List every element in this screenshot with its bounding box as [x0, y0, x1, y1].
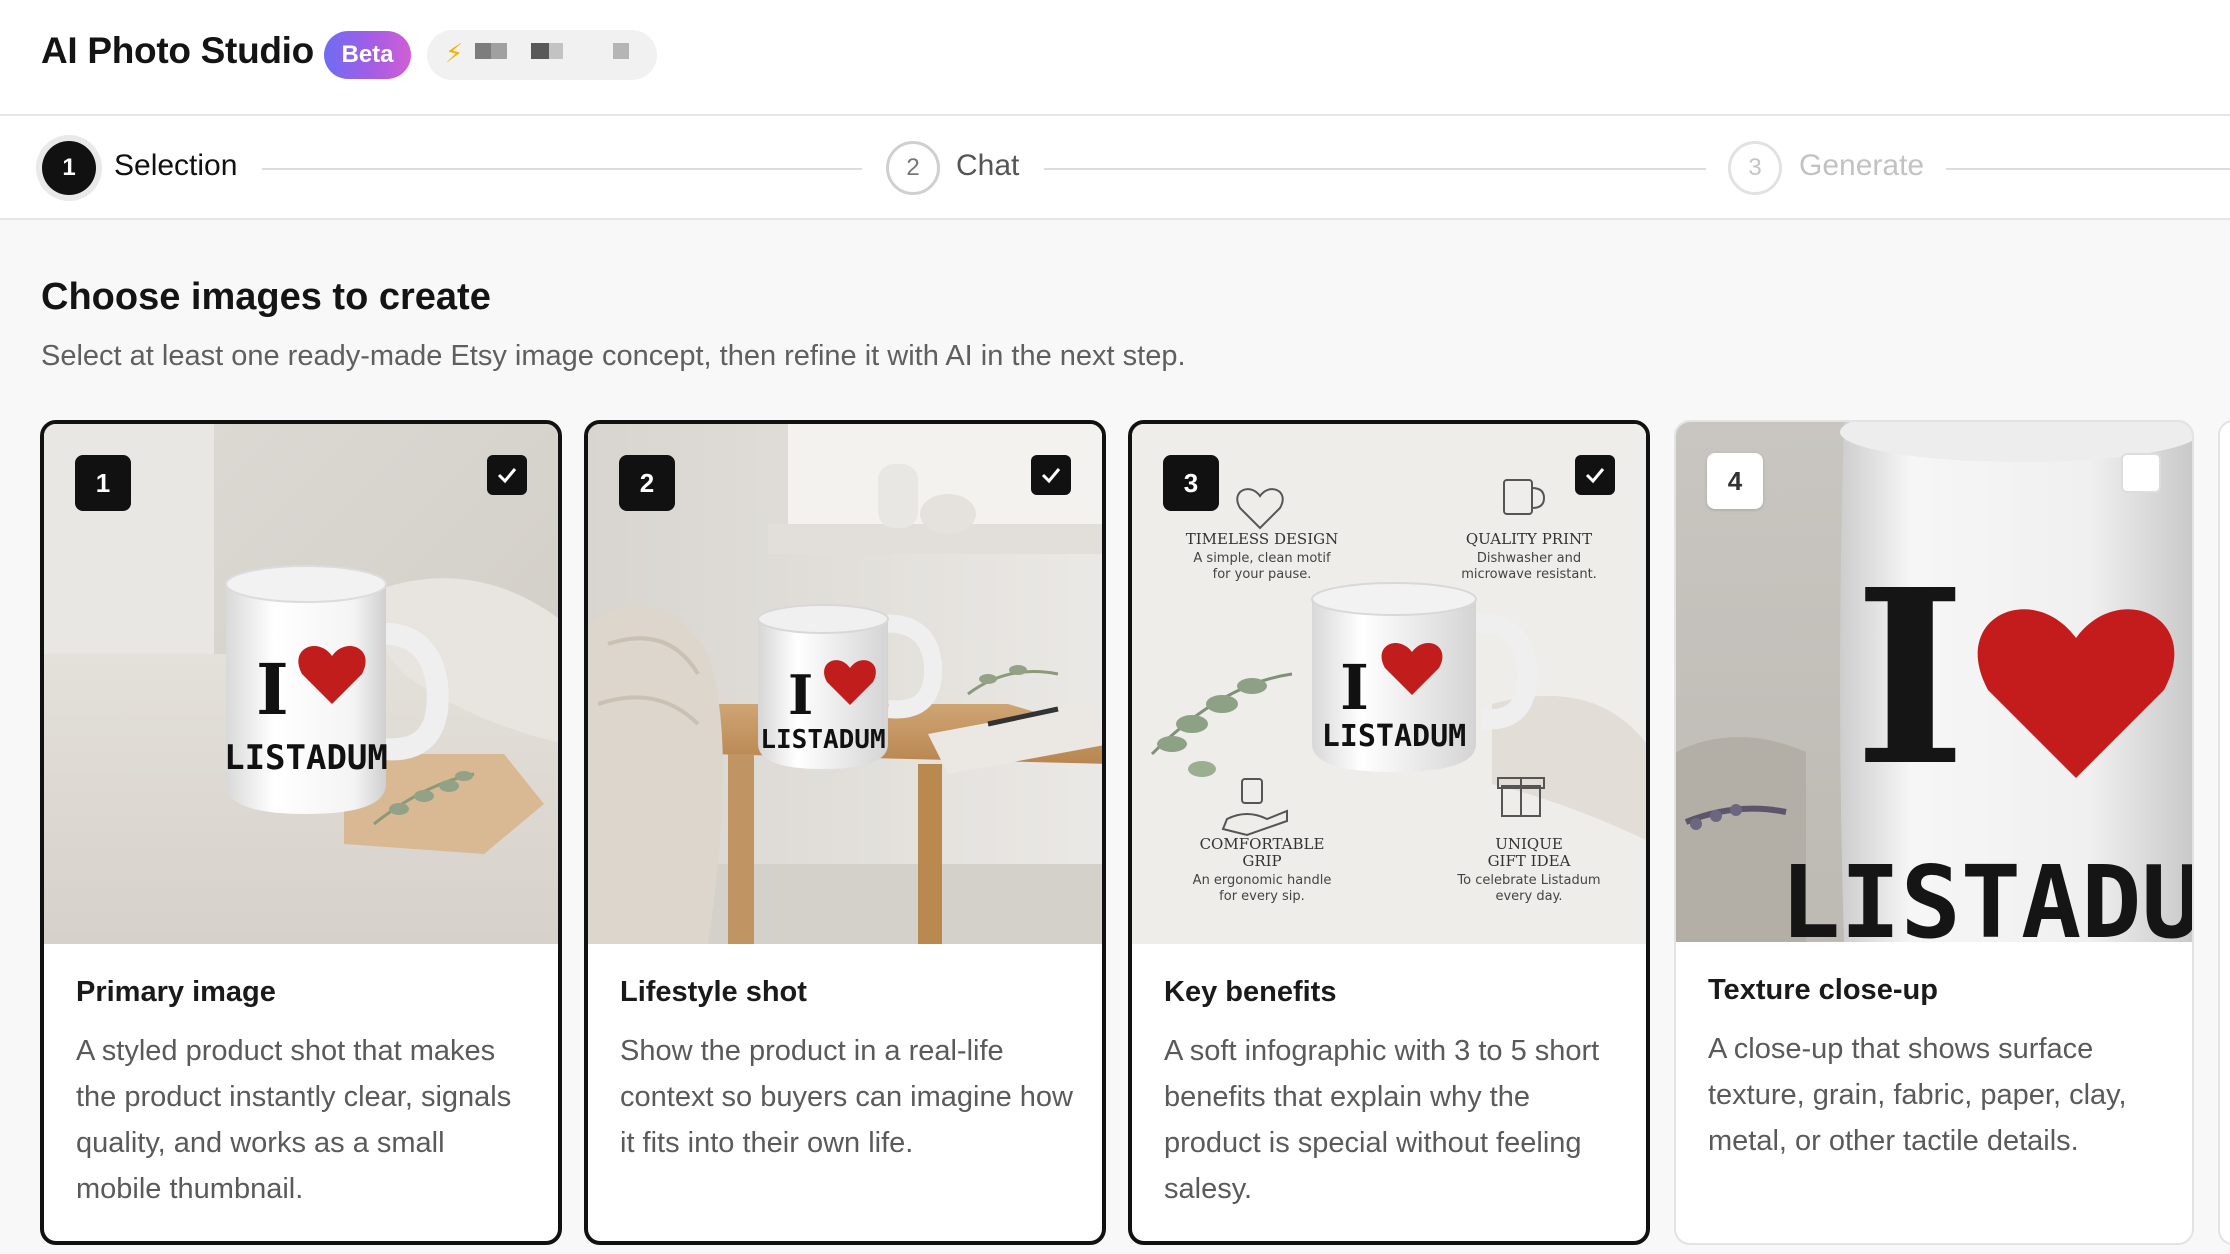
card-number-badge: 2 [619, 455, 675, 511]
app-header: AI Photo Studio Beta ⚡ [0, 0, 2230, 116]
checkmark-icon [1585, 468, 1605, 484]
card-description: A styled product shot that makes the pro… [76, 1035, 512, 1205]
credits-value-redacted [475, 43, 491, 59]
card-title: Texture close-up [1708, 974, 1938, 1006]
step-selection-label[interactable]: Selection [114, 149, 237, 183]
concept-card-texture-close-up[interactable]: I LISTADUM 4 Texture close-up A close-up… [1674, 420, 2194, 1245]
selected-checkbox[interactable] [1031, 455, 1071, 495]
svg-text:I: I [1340, 651, 1369, 724]
step-selection-indicator[interactable]: 1 [42, 141, 96, 195]
concept-card-lifestyle-shot[interactable]: I LISTADUM 2 Lifestyle shot Show the pro… [584, 420, 1106, 1245]
step-chat-indicator[interactable]: 2 [886, 141, 940, 195]
benefit-4-title-2: GIFT IDEA [1488, 852, 1571, 870]
svg-text:I: I [1854, 537, 1966, 819]
step-connector [1946, 168, 2230, 170]
selected-checkbox[interactable] [487, 455, 527, 495]
concept-card-key-benefits[interactable]: I LISTADUM TIMELESS DESIGN A simple, cle… [1128, 420, 1650, 1245]
svg-text:I: I [256, 648, 289, 731]
step-generate-indicator: 3 [1728, 141, 1782, 195]
card-title: Key benefits [1164, 976, 1337, 1008]
step-generate-label: Generate [1799, 149, 1925, 182]
next-card-peek[interactable] [2218, 420, 2230, 1245]
beta-badge: Beta [324, 31, 411, 79]
benefit-2-title: QUALITY PRINT [1466, 530, 1592, 548]
card-description: A soft infographic with 3 to 5 short ben… [1164, 1035, 1600, 1205]
step-connector [1044, 168, 1706, 170]
card-description: Show the product in a real-life context … [620, 1035, 1073, 1159]
credits-pill[interactable]: ⚡ [427, 30, 657, 80]
benefit-3-title-2: GRIP [1242, 852, 1281, 870]
benefit-3-line-1: An ergonomic handle [1193, 873, 1332, 888]
selected-checkbox[interactable] [1575, 455, 1615, 495]
card-number-badge: 1 [75, 455, 131, 511]
step-connector [262, 168, 862, 170]
card-title: Lifestyle shot [620, 976, 807, 1008]
benefit-1-title: TIMELESS DESIGN [1186, 530, 1339, 548]
card-title: Primary image [76, 976, 276, 1008]
progress-stepper: 1 Selection 2 Chat 3 Generate [0, 116, 2230, 220]
card-number-badge: 3 [1163, 455, 1219, 511]
lightning-bolt-icon: ⚡ [445, 38, 464, 68]
benefit-2-line-2: microwave resistant. [1461, 567, 1597, 582]
benefit-4-title: UNIQUE [1495, 835, 1563, 853]
benefit-3-title: COMFORTABLE [1200, 835, 1325, 853]
svg-text:LISTADUM: LISTADUM [224, 738, 388, 778]
svg-text:LISTADUM: LISTADUM [1322, 719, 1467, 754]
svg-text:I: I [788, 663, 813, 727]
benefit-3-line-2: for every sip. [1219, 889, 1305, 904]
app-title: AI Photo Studio [41, 30, 314, 71]
checkmark-icon [1041, 468, 1061, 484]
benefit-4-line-2: every day. [1495, 889, 1562, 904]
step-chat-label[interactable]: Chat [956, 149, 1019, 183]
svg-text:LISTADUM: LISTADUM [1780, 844, 2192, 942]
card-description: A close-up that shows surface texture, g… [1708, 1033, 2127, 1157]
benefit-2-line-1: Dishwasher and [1477, 551, 1581, 566]
benefit-4-line-1: To celebrate Listadum [1456, 873, 1600, 888]
benefit-1-line-2: for your pause. [1213, 567, 1312, 582]
benefit-1-line-1: A simple, clean motif [1193, 551, 1331, 566]
card-number-badge: 4 [1707, 453, 1763, 509]
page-subheading: Select at least one ready-made Etsy imag… [41, 340, 1186, 372]
unselected-checkbox[interactable] [2121, 453, 2161, 493]
checkmark-icon [497, 468, 517, 484]
page-heading: Choose images to create [41, 276, 491, 318]
concept-card-primary-image[interactable]: I LISTADUM 1 Primary image A styled prod… [40, 420, 562, 1245]
svg-text:LISTADUM: LISTADUM [760, 725, 885, 755]
